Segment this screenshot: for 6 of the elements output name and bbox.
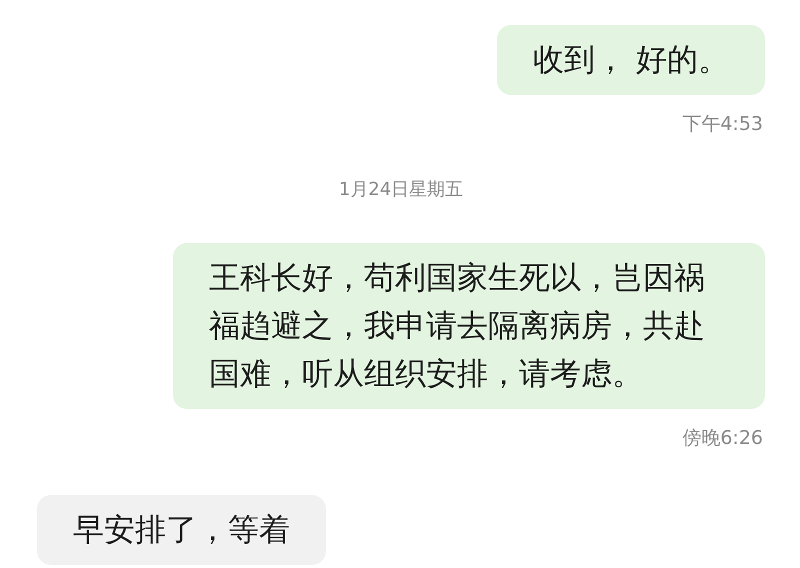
date-divider: 1月24日星期五 bbox=[338, 178, 464, 201]
message-bubble: 王科长好，苟利国家生死以，岂因祸福趋避之，我申请去隔离病房，共赴国难，听从组织安排，请考虑。 bbox=[173, 243, 765, 409]
message-time: 下午4:53 bbox=[682, 112, 763, 137]
message-time: 傍晚6:26 bbox=[682, 426, 763, 451]
message-bubble: 收到， 好的。 bbox=[497, 25, 765, 95]
message-bubble: 早安排了，等着 bbox=[37, 495, 326, 565]
